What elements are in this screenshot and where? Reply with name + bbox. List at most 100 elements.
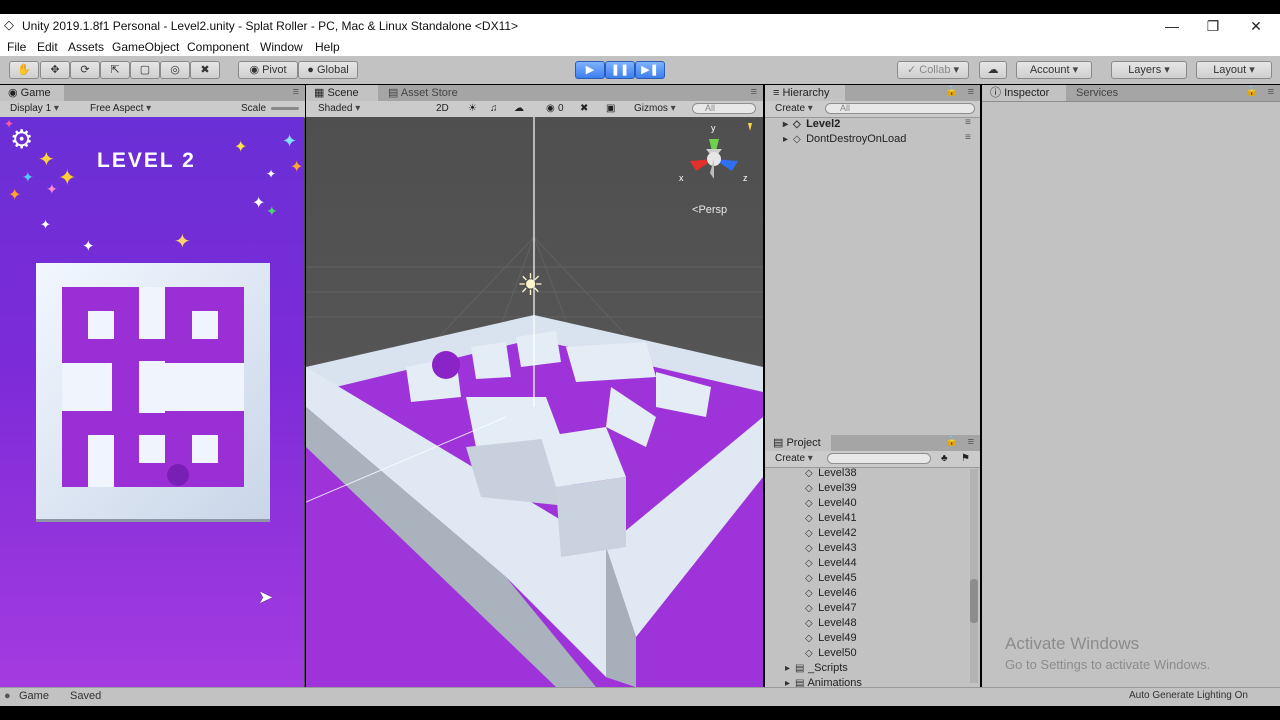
panel-menu-icon[interactable]: ≡ [968,86,974,98]
project-item-level45[interactable]: ◇ Level45 [805,571,965,586]
panel-menu-icon[interactable]: ≡ [968,436,974,448]
account-dropdown[interactable]: Account [1016,61,1092,79]
item-menu-icon[interactable]: ≡ [965,117,971,128]
project-folder-animations[interactable]: ▸ ▤ Animations [785,676,862,687]
project-item-level47[interactable]: ◇ Level47 [805,601,965,616]
filter-type-icon[interactable]: ♣ [941,452,948,466]
project-item-level48[interactable]: ◇ Level48 [805,616,965,631]
maze-wall [139,361,165,413]
minimize-icon[interactable]: — [1152,16,1192,36]
info-icon: ⓘ [990,87,1005,99]
menu-edit[interactable]: Edit [37,40,58,54]
aspect-dropdown[interactable]: Free Aspect [90,102,230,116]
project-item-level50[interactable]: ◇ Level50 [805,646,965,661]
filter-label-icon[interactable]: ⚑ [961,452,970,466]
project-item-level46[interactable]: ◇ Level46 [805,586,965,601]
panel-menu-icon[interactable]: ≡ [293,86,299,98]
unity-scene-icon: ◇ [793,119,801,130]
custom-tool-icon[interactable]: ✖ [190,61,220,79]
project-item-level41[interactable]: ◇ Level41 [805,511,965,526]
layout-dropdown[interactable]: Layout [1196,61,1272,79]
project-item-level40[interactable]: ◇ Level40 [805,496,965,511]
shading-dropdown[interactable]: Shaded [318,102,423,116]
tab-services[interactable]: Services [1068,85,1138,101]
project-scrollbar[interactable] [970,469,978,683]
tab-game[interactable]: ◉ Game [0,85,64,101]
scale-slider[interactable] [271,107,299,110]
close-icon[interactable]: ✕ [1236,16,1276,36]
panel-menu-icon[interactable]: ≡ [1268,86,1274,98]
game-view[interactable]: ⚙ LEVEL 2 ✦ ✦ ✦ ✦ ✦ ✦ ✦ ✦ ✦ ✦ ✦ ✦ ✦ ✦ ✦ … [0,117,304,687]
pivot-icon: ◉ [249,64,263,76]
global-toggle[interactable]: ● Global [298,61,358,79]
effects-icon[interactable]: ☁ [514,102,524,116]
expand-arrow-icon[interactable]: ▸ [783,117,793,132]
hierarchy-item-level2[interactable]: ▸ ◇ Level2 [783,117,840,132]
project-item-level44[interactable]: ◇ Level44 [805,556,965,571]
hidden-objects-icon[interactable]: ◉ [546,102,555,116]
project-search-input[interactable] [827,453,931,464]
hand-tool-icon[interactable]: ✋ [9,61,39,79]
scene-view[interactable]: ☀ y x z <Persp [306,117,763,687]
tab-hierarchy[interactable]: ≡ Hierarchy [765,85,845,101]
play-button[interactable]: ▶ [575,61,605,79]
project-item-level43[interactable]: ◇ Level43 [805,541,965,556]
lock-icon[interactable]: 🔒 [946,86,958,97]
audio-icon[interactable]: ♫ [490,102,498,116]
project-create-dropdown[interactable]: Create [775,452,813,466]
project-item-level38[interactable]: ◇ Level38 [805,466,965,481]
project-item-label: Level50 [818,647,857,659]
lock-icon[interactable]: 🔒 [946,436,958,447]
expand-arrow-icon[interactable]: ▸ [783,132,793,147]
orientation-gizmo[interactable]: y x z [676,123,756,193]
persp-label[interactable]: <Persp [692,204,727,216]
panel-menu-icon[interactable]: ≡ [751,86,757,98]
toggle-2d[interactable]: 2D [436,102,449,116]
lock-icon[interactable]: 🔒 [1246,86,1258,97]
menu-component[interactable]: Component [187,40,249,54]
restore-icon[interactable]: ❐ [1193,16,1233,36]
project-item-level39[interactable]: ◇ Level39 [805,481,965,496]
scale-tool-icon[interactable]: ⇱ [100,61,130,79]
item-menu-icon[interactable]: ≡ [965,132,971,143]
expand-arrow-icon[interactable]: ▸ [785,676,795,687]
menu-gameobject[interactable]: GameObject [112,40,179,54]
project-folder-scripts[interactable]: ▸ ▤ _Scripts [785,661,848,676]
move-tool-icon[interactable]: ✥ [40,61,70,79]
status-message[interactable]: Game [19,690,49,702]
lighting-icon[interactable]: ☀ [468,102,477,116]
project-scrollbar-thumb[interactable] [970,579,978,623]
project-item-level49[interactable]: ◇ Level49 [805,631,965,646]
tab-project[interactable]: ▤ Project [765,435,831,451]
tools-icon[interactable]: ✖ [580,102,588,116]
menu-window[interactable]: Window [260,40,303,54]
gizmos-dropdown[interactable]: Gizmos [634,102,676,116]
project-item-label: Level48 [818,617,857,629]
tab-scene[interactable]: ▦ Scene [306,85,378,101]
hierarchy-search-input[interactable]: All [825,103,975,114]
scene-panel: ▦ Scene ▤ Asset Store ≡ Shaded 2D ☀ ♫ ☁ … [306,85,763,687]
hierarchy-create-dropdown[interactable]: Create [775,102,813,116]
menu-help[interactable]: Help [315,40,340,54]
collab-button[interactable]: ✓ Collab [897,61,969,79]
rotate-tool-icon[interactable]: ⟳ [70,61,100,79]
expand-arrow-icon[interactable]: ▸ [785,661,795,676]
transform-tool-icon[interactable]: ◎ [160,61,190,79]
camera-icon[interactable]: ▣ [606,102,615,116]
pivot-toggle[interactable]: ◉ Pivot [238,61,298,79]
scene-search-input[interactable]: All [692,103,756,114]
cloud-icon[interactable]: ☁ [979,61,1007,79]
display-dropdown[interactable]: Display 1 [10,102,59,116]
pause-button[interactable]: ❚❚ [605,61,635,79]
menu-assets[interactable]: Assets [68,40,104,54]
layers-dropdown[interactable]: Layers [1111,61,1187,79]
directional-light-icon[interactable]: ☀ [517,271,544,301]
rect-tool-icon[interactable]: ▢ [130,61,160,79]
hierarchy-item-dontdestroyonload[interactable]: ▸ ◇ DontDestroyOnLoad [783,132,906,147]
tab-inspector[interactable]: ⓘ Inspector [982,85,1066,101]
step-button[interactable]: ▶❚ [635,61,665,79]
tab-asset-store[interactable]: ▤ Asset Store [380,85,470,101]
project-item-level42[interactable]: ◇ Level42 [805,526,965,541]
menu-file[interactable]: File [7,40,26,54]
confetti-star-icon: ✦ [290,159,304,176]
